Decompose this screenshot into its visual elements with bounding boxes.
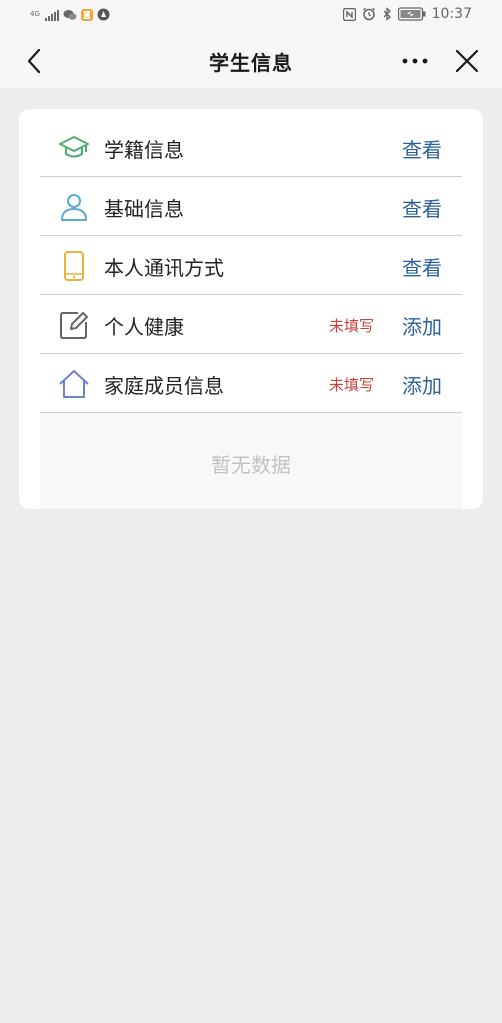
browser-icon xyxy=(97,8,110,21)
nfc-icon xyxy=(342,7,356,21)
list-item-label: 基础信息 xyxy=(104,197,184,221)
battery-icon xyxy=(397,7,426,21)
status-time: 10:37 xyxy=(431,6,472,22)
empty-state: 暂无数据 xyxy=(40,413,462,509)
wechat-icon xyxy=(63,9,77,20)
list-item-enrollment-info[interactable]: 学籍信息 查看 xyxy=(40,118,462,177)
navigation-bar: 学生信息 xyxy=(0,34,502,88)
signal-icon xyxy=(44,9,59,21)
person-icon xyxy=(61,194,87,221)
status-left: 4G ◙ xyxy=(30,8,110,21)
graduation-cap-icon xyxy=(59,136,89,158)
list-item-label: 家庭成员信息 xyxy=(104,374,224,398)
add-button[interactable]: 添加 xyxy=(402,370,442,399)
home-icon xyxy=(59,370,89,398)
add-button[interactable]: 添加 xyxy=(402,311,442,340)
alarm-icon xyxy=(362,7,375,21)
view-button[interactable]: 查看 xyxy=(402,252,442,281)
phone-icon xyxy=(64,251,84,281)
bluetooth-icon xyxy=(383,7,391,21)
close-icon[interactable] xyxy=(450,44,484,78)
status-bar: 4G ◙ 10:37 xyxy=(0,0,502,34)
app-notification-icon: ◙ xyxy=(80,8,93,21)
list-item-label: 学籍信息 xyxy=(104,138,184,162)
list-item-label: 本人通讯方式 xyxy=(104,256,224,280)
list-item-contact-info[interactable]: 本人通讯方式 查看 xyxy=(40,236,462,295)
empty-state-text: 暂无数据 xyxy=(211,453,291,477)
network-type: 4G xyxy=(30,10,40,18)
view-button[interactable]: 查看 xyxy=(402,193,442,222)
unfilled-status: 未填写 xyxy=(328,376,374,394)
list-item-family-members[interactable]: 家庭成员信息 未填写 添加 xyxy=(40,354,462,413)
more-icon[interactable] xyxy=(398,44,432,78)
view-button[interactable]: 查看 xyxy=(402,134,442,163)
edit-icon xyxy=(60,312,88,339)
list-item-personal-health[interactable]: 个人健康 未填写 添加 xyxy=(40,295,462,354)
list-item-basic-info[interactable]: 基础信息 查看 xyxy=(40,177,462,236)
student-info-card: 学籍信息 查看 基础信息 查看 本人通讯方式 查看 个人健康 未填写 添加 家庭… xyxy=(19,109,483,509)
unfilled-status: 未填写 xyxy=(328,317,374,335)
status-right: 10:37 xyxy=(342,6,472,22)
list-item-label: 个人健康 xyxy=(104,315,184,339)
